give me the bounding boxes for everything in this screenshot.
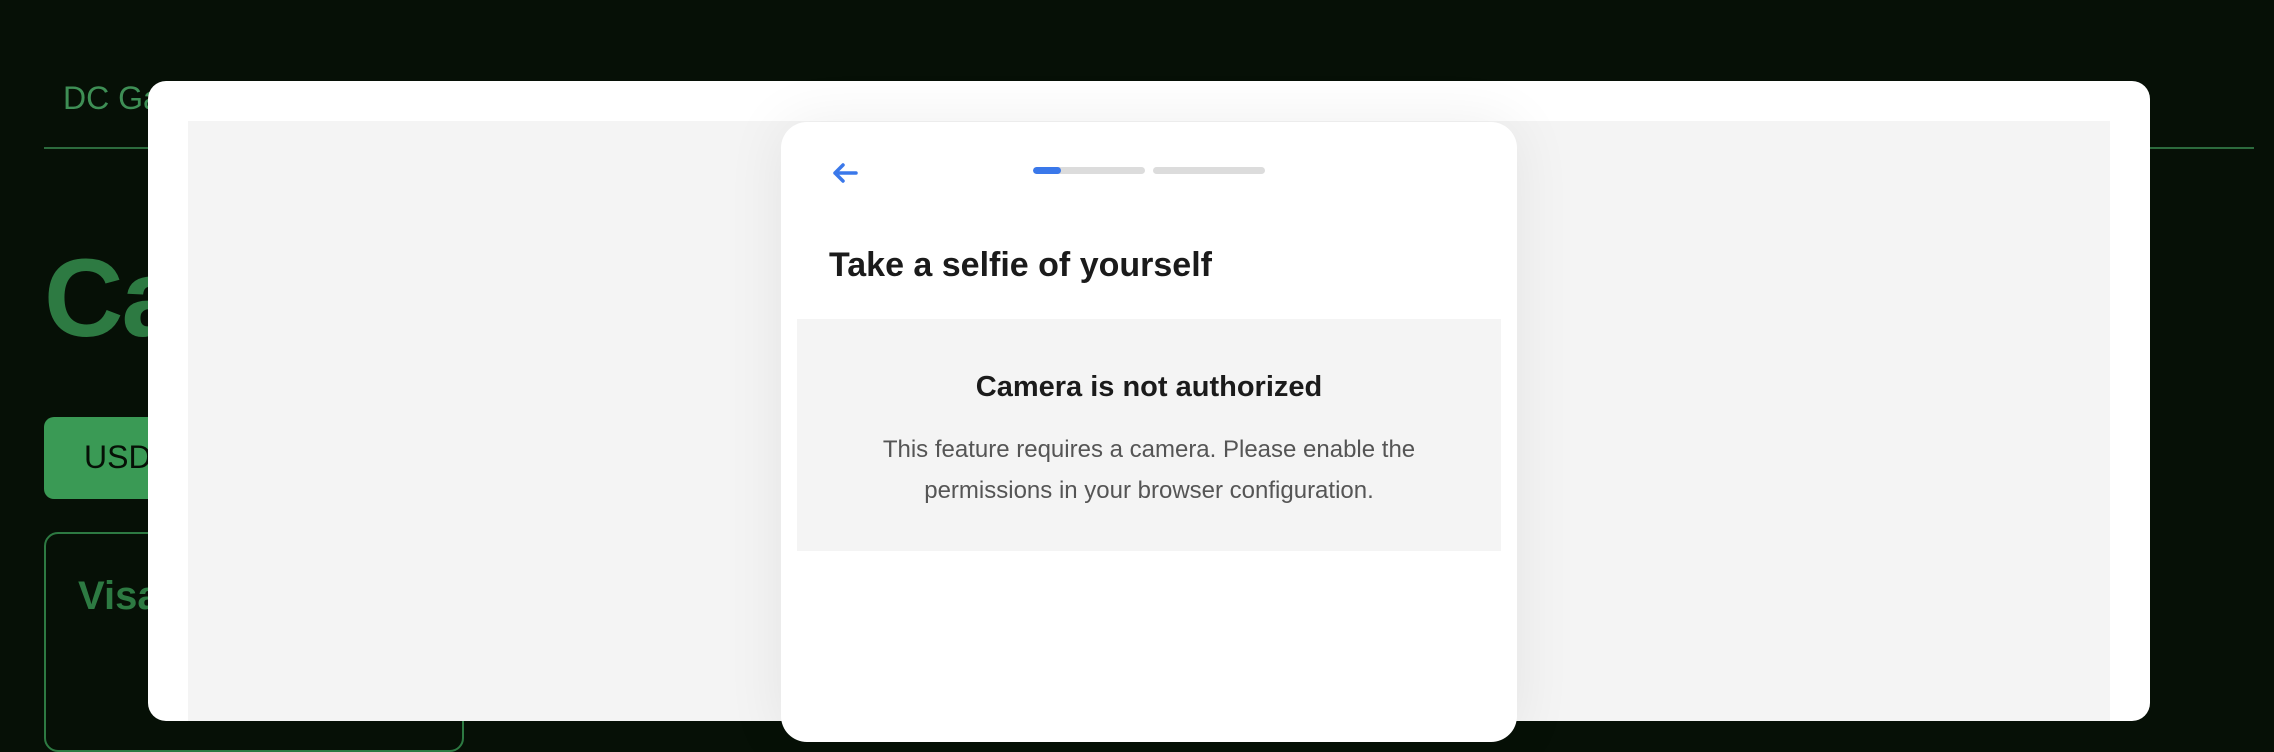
notice-title: Camera is not authorized [975,371,1323,403]
progress-step-2 [1153,167,1265,174]
arrow-left-icon [833,163,858,183]
currency-label: USD [84,439,152,475]
selfie-verification-card: Take a selfie of yourself Camera is not … [781,122,1517,742]
back-button[interactable] [827,155,863,191]
progress-indicator [1033,167,1265,174]
camera-notice: Camera is not authorized This feature re… [797,319,1501,551]
progress-fill [1033,167,1061,174]
notice-body: This feature requires a camera. Please e… [882,436,1416,504]
progress-step-1 [1033,167,1145,174]
page-title: Take a selfie of yourself [829,246,1212,284]
brand-name[interactable]: DC Ga [63,80,161,117]
